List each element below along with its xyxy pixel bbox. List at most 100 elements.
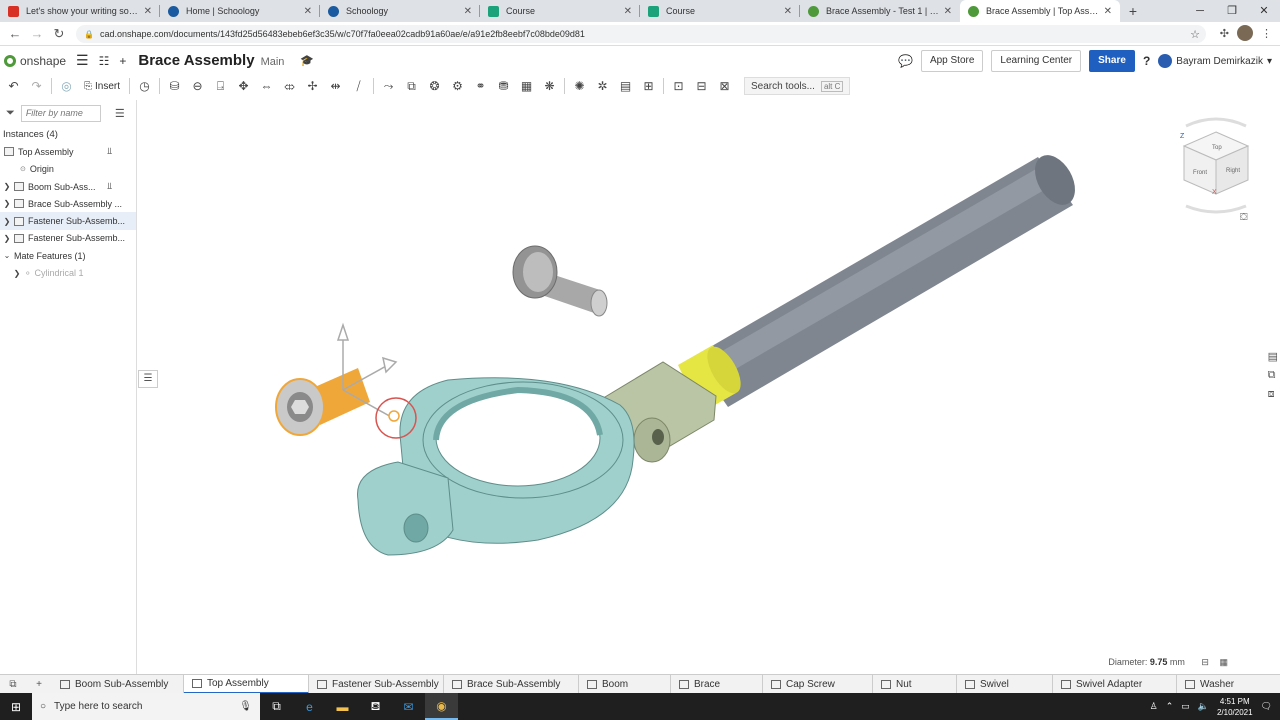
browser-tab[interactable]: Schoology ✕ <box>320 0 480 22</box>
cylindrical-mate-icon[interactable]: ⇔ <box>255 77 278 95</box>
forward-icon[interactable]: → <box>26 26 48 41</box>
viewcube-right-label[interactable]: Right <box>1226 168 1240 174</box>
network-icon[interactable]: ▭ <box>1181 701 1190 712</box>
slider-mate-icon[interactable]: ⍈ <box>209 77 232 95</box>
close-tab-icon[interactable]: ✕ <box>624 6 632 17</box>
browser-tab[interactable]: Course ✕ <box>640 0 800 22</box>
url-field[interactable]: 🔒 cad.onshape.com/documents/143fd25d5648… <box>76 25 1206 43</box>
filter-icon[interactable]: ⏷ <box>6 107 15 120</box>
relation-icon[interactable]: ❂ <box>423 77 446 95</box>
cap-screw-part[interactable] <box>512 245 608 317</box>
fix-icon[interactable]: ⫫ <box>107 181 112 192</box>
bom-icon[interactable]: ⊠ <box>713 77 736 95</box>
transform-icon[interactable]: ◷ <box>133 77 156 95</box>
measure-icon[interactable]: ⊞ <box>637 77 660 95</box>
chrome-icon[interactable]: ◉ <box>425 693 458 720</box>
back-icon[interactable]: ← <box>4 26 26 41</box>
reload-icon[interactable]: ↻ <box>48 26 70 42</box>
3d-model[interactable] <box>138 100 1280 674</box>
redo-icon[interactable]: ↷ <box>25 77 48 95</box>
clock[interactable]: 4:51 PM 2/10/2021 <box>1217 696 1253 718</box>
tangent-mate-icon[interactable]: ⧸ <box>347 77 370 95</box>
branch-label[interactable]: Main <box>261 56 285 68</box>
search-tools-field[interactable]: Search tools... alt C <box>744 77 851 95</box>
ball-mate-icon[interactable]: ✢ <box>301 77 324 95</box>
display-states-icon[interactable]: ⊟ <box>690 77 713 95</box>
list-view-icon[interactable]: ☰ <box>115 107 125 120</box>
tab-boom-sub-assembly[interactable]: Boom Sub-Assembly <box>52 674 184 694</box>
task-view-icon[interactable]: ⧉ <box>260 693 293 720</box>
browser-tab[interactable]: Let's show your writing some ✕ <box>0 0 160 22</box>
file-explorer-icon[interactable]: ▬ <box>326 693 359 720</box>
tab-brace-sub-assembly[interactable]: Brace Sub-Assembly <box>444 674 579 694</box>
person-icon[interactable]: ♙ <box>1150 701 1158 712</box>
notifications-icon[interactable]: 🗨 <box>1261 701 1272 712</box>
tree-item-cylindrical-mate[interactable]: ❯ ⚬ Cylindrical 1 <box>0 264 136 281</box>
named-position-icon[interactable]: ✲ <box>591 77 614 95</box>
parallel-mate-icon[interactable]: ⇹ <box>324 77 347 95</box>
browser-tab[interactable]: Home | Schoology ✕ <box>160 0 320 22</box>
pin-slot-mate-icon[interactable]: ⤄ <box>278 77 301 95</box>
close-tab-icon[interactable]: ✕ <box>304 6 312 17</box>
comment-icon[interactable]: 💬 <box>898 54 913 68</box>
gear-relation-icon[interactable]: ⚙ <box>446 77 469 95</box>
linear-pattern-icon[interactable]: ▦ <box>515 77 538 95</box>
user-menu[interactable]: Bayram Demirkazik ▾ <box>1158 54 1272 68</box>
document-title[interactable]: Brace Assembly <box>138 52 254 69</box>
mate-features-header[interactable]: ⌄ Mate Features (1) <box>0 247 136 264</box>
minimize-icon[interactable]: ─ <box>1184 0 1216 22</box>
grid-icon[interactable]: ▦ <box>1219 657 1228 667</box>
view-options-icon[interactable]: ⛋ <box>1240 212 1248 223</box>
tab-top-assembly[interactable]: Top Assembly <box>184 674 309 694</box>
learning-center-button[interactable]: Learning Center <box>991 50 1082 72</box>
help-icon[interactable]: ? <box>1143 54 1150 68</box>
browser-tab[interactable]: Course ✕ <box>480 0 640 22</box>
windows-start-icon[interactable]: ⊞ <box>0 700 32 714</box>
close-tab-icon[interactable]: ✕ <box>144 6 152 17</box>
close-tab-icon[interactable]: ✕ <box>944 6 952 17</box>
mail-icon[interactable]: ✉ <box>392 693 425 720</box>
filter-input[interactable] <box>20 104 101 122</box>
brace-part[interactable] <box>357 377 635 556</box>
mate-connectors-icon[interactable]: ⧈ <box>1268 388 1278 401</box>
restore-icon[interactable]: ❐ <box>1216 0 1248 22</box>
tab-fastener-sub-assembly[interactable]: Fastener Sub-Assembly <box>309 674 444 694</box>
tab-brace[interactable]: Brace <box>671 674 763 694</box>
planar-mate-icon[interactable]: ✥ <box>232 77 255 95</box>
tab-swivel[interactable]: Swivel <box>957 674 1053 694</box>
mate-connector-icon[interactable]: ⤳ <box>377 77 400 95</box>
browser-tab[interactable]: Brace Assembly - Test 1 | Top As ✕ <box>800 0 960 22</box>
taskbar-search-field[interactable]: ○ Type here to search 🎙 <box>32 693 260 720</box>
close-tab-icon[interactable]: ✕ <box>784 6 792 17</box>
rack-pinion-icon[interactable]: ⚭ <box>469 77 492 95</box>
puzzle-icon[interactable]: ✣ <box>1220 27 1229 40</box>
view-cube[interactable]: Top Front Right Z X ⛋ <box>1166 114 1266 227</box>
close-tab-icon[interactable]: ✕ <box>464 6 472 17</box>
group-icon[interactable]: ⧉ <box>400 77 423 95</box>
fastener-part-selected[interactable] <box>275 368 370 436</box>
browser-tab-active[interactable]: Brace Assembly | Top Assembly ✕ <box>960 0 1120 22</box>
graduation-cap-icon[interactable]: 🎓 <box>300 54 314 67</box>
tree-item-top-assembly[interactable]: Top Assembly ⫫ <box>0 143 136 160</box>
boom-part[interactable] <box>693 148 1083 407</box>
circular-pattern-icon[interactable]: ❋ <box>538 77 561 95</box>
properties-icon[interactable]: ▤ <box>1268 350 1278 363</box>
app-store-button[interactable]: App Store <box>920 50 984 72</box>
explode-icon[interactable]: ✺ <box>568 77 591 95</box>
speaker-icon[interactable]: 🔈 <box>1198 701 1209 712</box>
tab-manager-icon[interactable]: ⧉ <box>0 679 26 690</box>
tab-cap-screw[interactable]: Cap Screw <box>763 674 873 694</box>
tab-swivel-adapter[interactable]: Swivel Adapter <box>1053 674 1177 694</box>
tree-item-boom-sub-assembly[interactable]: ❯ Boom Sub-Ass... ⫫ <box>0 178 136 195</box>
profile-avatar[interactable] <box>1237 25 1253 41</box>
replicate-icon[interactable]: ⊡ <box>667 77 690 95</box>
configurations-icon[interactable]: ⧉ <box>1268 369 1278 382</box>
undo-icon[interactable]: ↶ <box>2 77 25 95</box>
insert-button[interactable]: ⎘ Insert <box>78 81 126 92</box>
close-tab-icon[interactable]: ✕ <box>1104 6 1112 17</box>
hamburger-menu-icon[interactable]: ☰ <box>76 52 89 69</box>
ruler-icon[interactable]: ⊟ <box>1201 657 1209 667</box>
tree-item-brace-sub-assembly[interactable]: ❯ Brace Sub-Assembly ... <box>0 195 136 212</box>
tab-boom[interactable]: Boom <box>579 674 671 694</box>
add-tab-icon[interactable]: + <box>26 679 52 690</box>
